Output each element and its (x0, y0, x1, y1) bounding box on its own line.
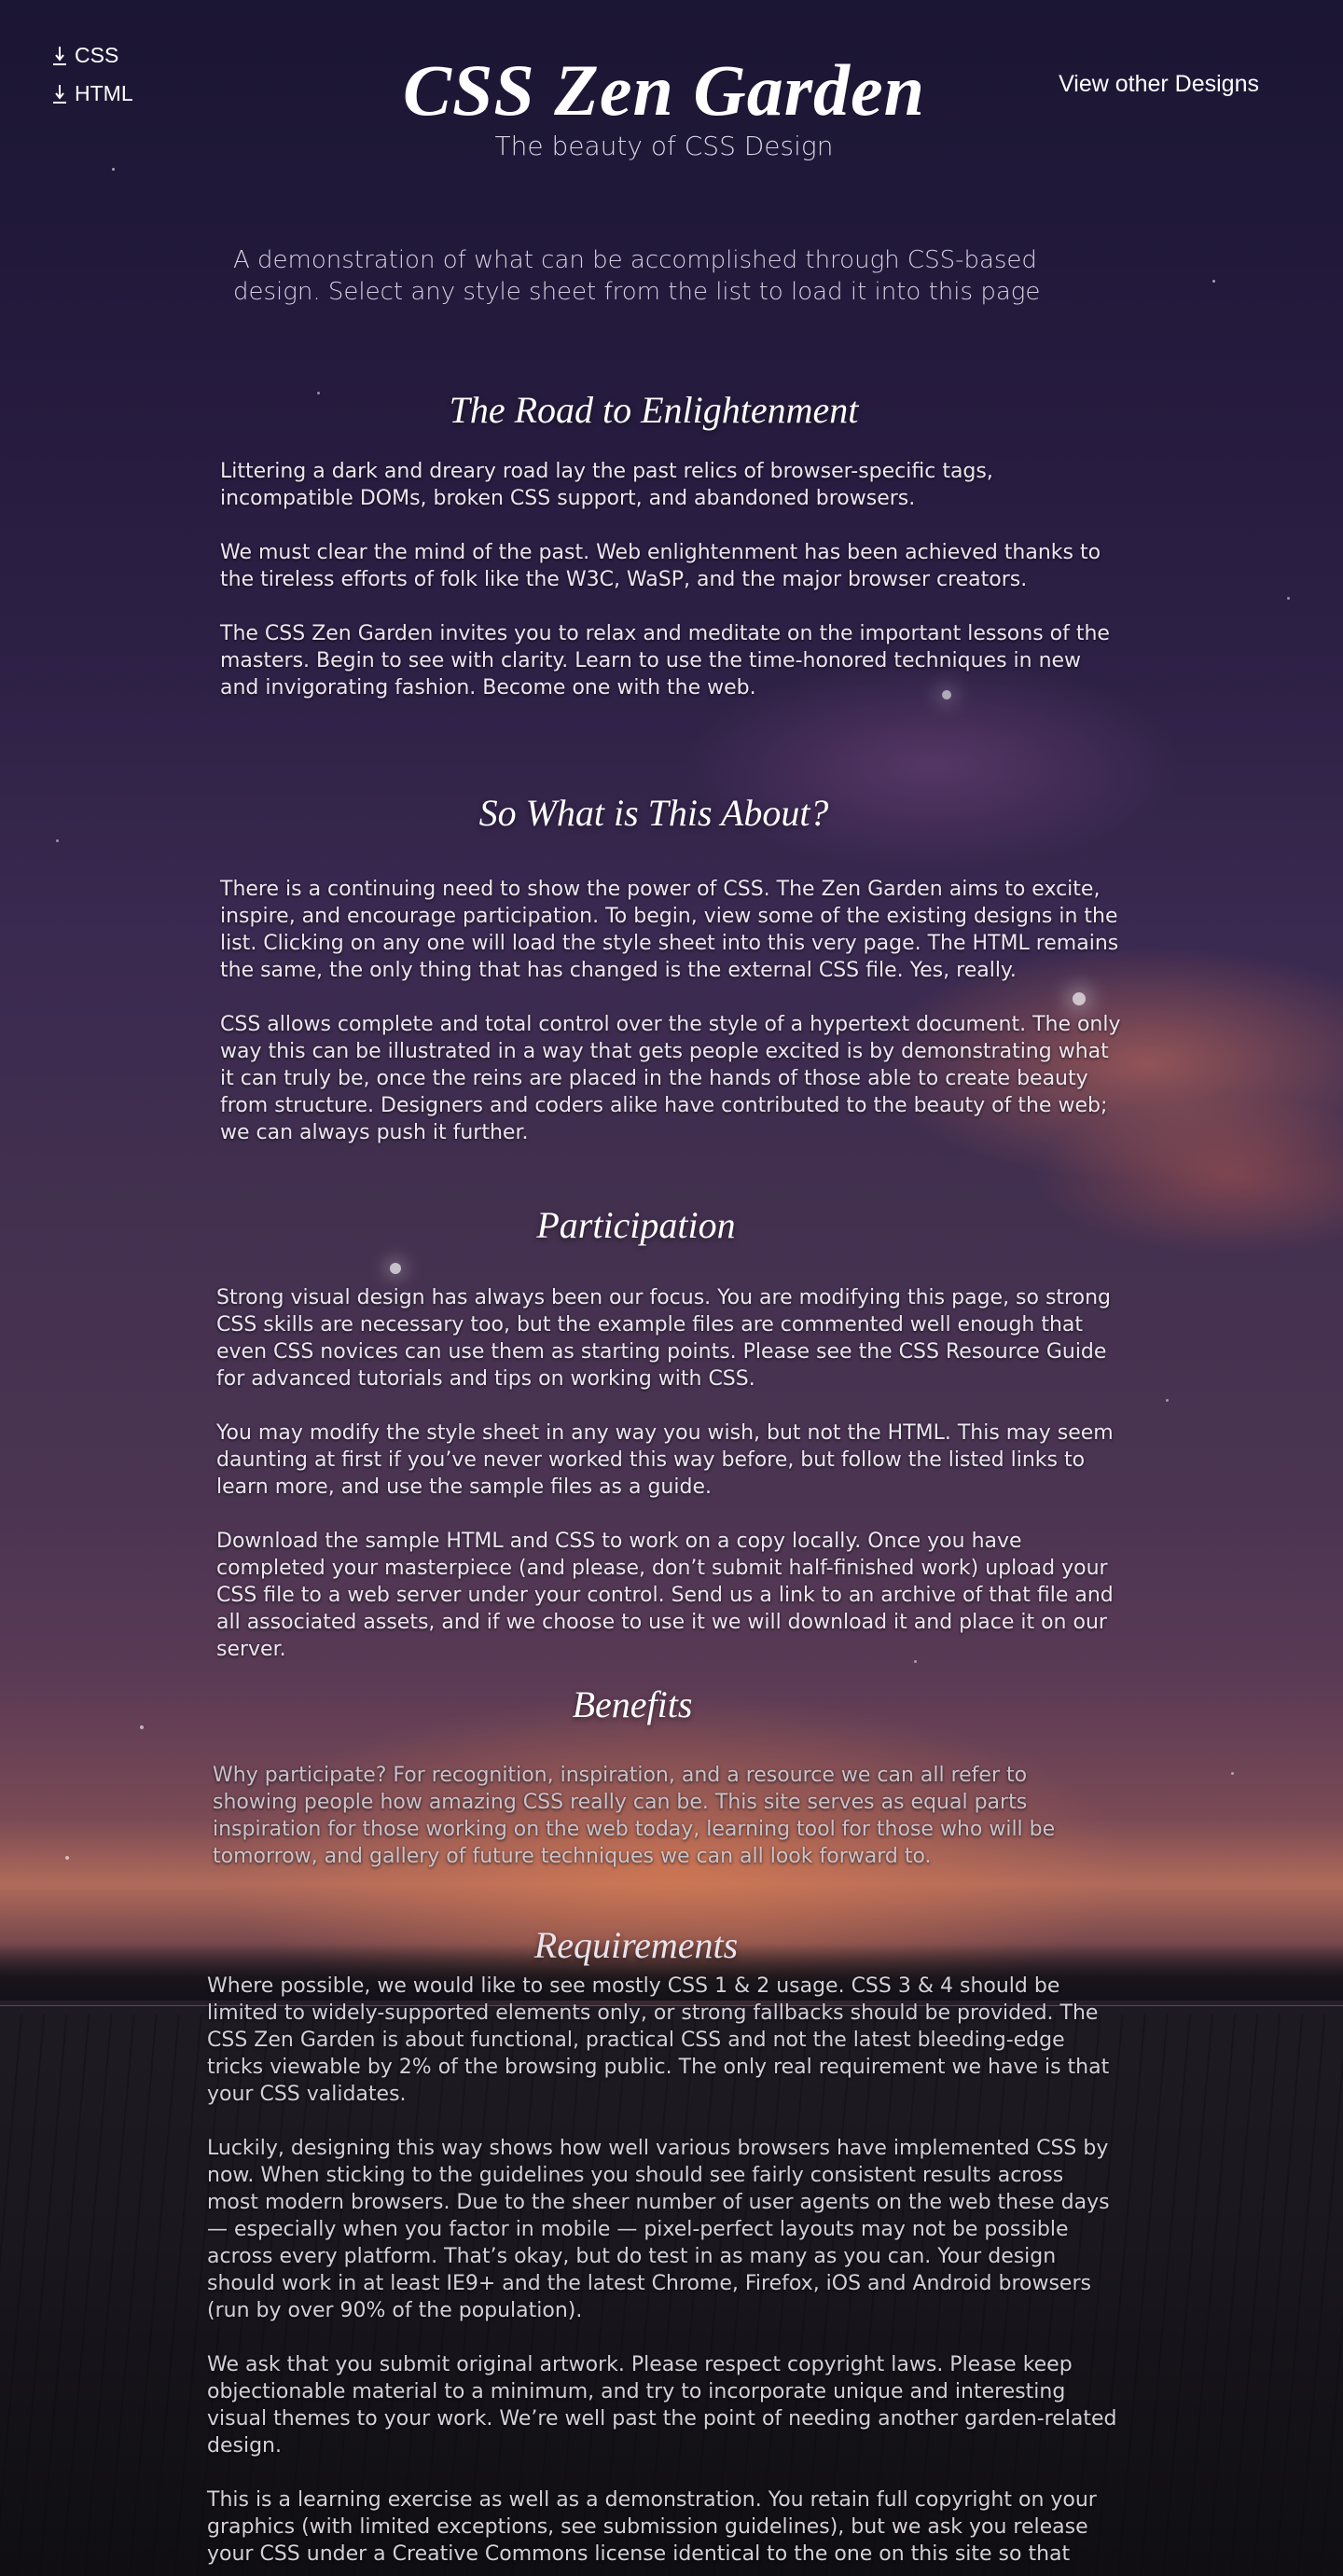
section-participation: Participation Strong visual design has a… (216, 1203, 1125, 1663)
section-paragraph: CSS allows complete and total control ov… (220, 1013, 1121, 1144)
section-paragraph: We ask that you submit original artwork.… (207, 2353, 1117, 2458)
section-paragraph: This is a learning exercise as well as a… (207, 2488, 1097, 2566)
star (1212, 280, 1215, 283)
section-paragraph: Strong visual design has always been our… (216, 1286, 1111, 1391)
site-subtitle: The beauty of CSS Design (494, 131, 834, 161)
section-paragraph: Why participate? For recognition, inspir… (213, 1764, 1056, 1868)
star (1231, 1772, 1234, 1775)
section-heading: The Road to Enlightenment (449, 389, 859, 431)
section-paragraph: Where possible, we would like to see mos… (207, 1974, 1110, 2106)
site-title: CSS Zen Garden (402, 49, 926, 131)
section-road-to-enlightenment: The Road to Enlightenment Littering a da… (220, 388, 1125, 701)
section-heading: Participation (536, 1204, 736, 1246)
star (1287, 597, 1290, 600)
star (140, 1725, 144, 1729)
section-heading: So What is This About? (478, 792, 829, 834)
section-paragraph: Download the sample HTML and CSS to work… (216, 1530, 1114, 1661)
section-paragraph: Luckily, designing this way shows how we… (207, 2137, 1110, 2322)
section-requirements: Requirements Where possible, we would li… (207, 1923, 1121, 2568)
section-benefits: Benefits Why participate? For recognitio… (213, 1683, 1089, 1870)
star (65, 1856, 69, 1860)
section-paragraph: The CSS Zen Garden invites you to relax … (220, 622, 1110, 699)
section-heading: Benefits (572, 1683, 693, 1725)
section-paragraph: We must clear the mind of the past. Web … (220, 541, 1101, 591)
section-paragraph: Littering a dark and dreary road lay the… (220, 460, 993, 510)
section-heading: Requirements (533, 1924, 739, 1966)
section-what-is-this-about: So What is This About? There is a contin… (220, 791, 1125, 1146)
section-paragraph: There is a continuing need to show the p… (220, 878, 1119, 982)
star (56, 839, 59, 842)
star (112, 168, 115, 171)
intro-summary: A demonstration of what can be accomplis… (233, 246, 1041, 306)
section-paragraph: You may modify the style sheet in any wa… (216, 1421, 1114, 1499)
star (1166, 1399, 1169, 1402)
